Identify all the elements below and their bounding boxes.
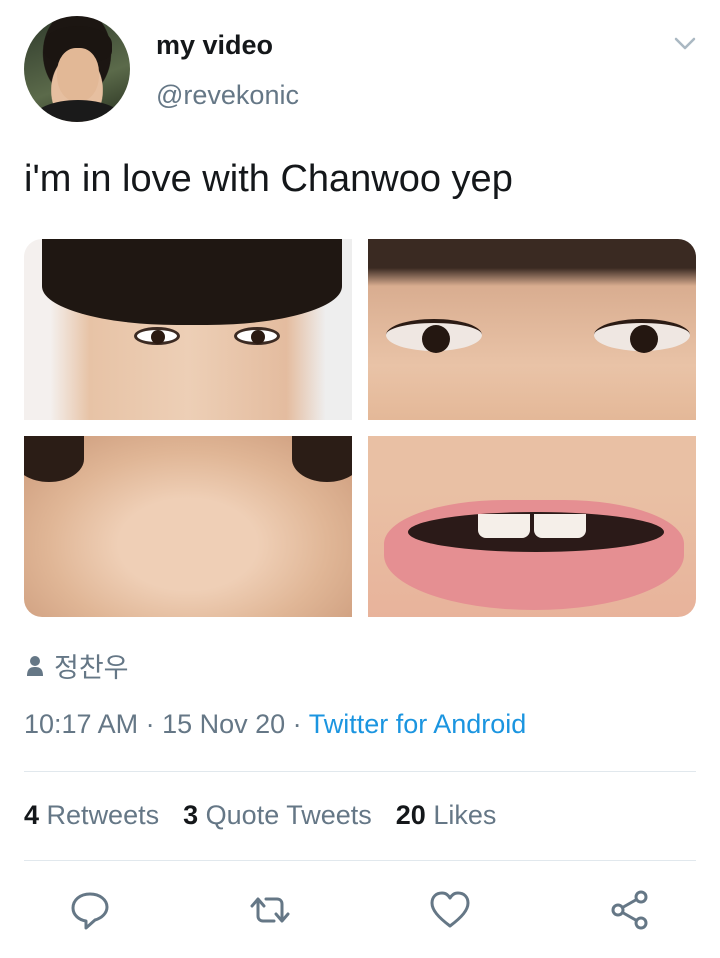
retweet-icon[interactable] — [248, 888, 292, 932]
reply-icon[interactable] — [68, 888, 112, 932]
likes-count: 20 — [395, 800, 426, 830]
divider — [24, 860, 696, 861]
photo-tooth — [534, 514, 586, 538]
tweet-stats: 4 Retweets 3 Quote Tweets 20 Likes — [24, 800, 496, 831]
place-label: 정찬우 — [54, 653, 129, 684]
tweet-meta: 10:17 AM · 15 Nov 20 · Twitter for Andro… — [24, 709, 526, 740]
share-icon[interactable] — [608, 888, 652, 932]
photo-tooth — [478, 514, 530, 538]
media-photo[interactable] — [368, 239, 696, 420]
quotes-count: 3 — [183, 800, 199, 830]
place-tag[interactable]: 정찬우 — [26, 646, 129, 685]
retweets-count: 4 — [24, 800, 40, 830]
photo-eye — [594, 319, 690, 353]
retweets-stat[interactable]: 4 Retweets — [24, 800, 159, 831]
quotes-label: Quote Tweets — [205, 800, 372, 830]
photo-hair — [42, 239, 342, 325]
avatar-face — [57, 48, 99, 102]
retweets-label: Retweets — [46, 800, 160, 830]
avatar[interactable] — [24, 16, 130, 122]
tweet-time: 10:17 AM — [24, 709, 139, 739]
user-handle[interactable]: @revekonic — [156, 80, 299, 111]
tweet-date: 15 Nov 20 — [162, 709, 286, 739]
tweet-text: i'm in love with Chanwoo yep — [24, 158, 513, 200]
divider — [24, 771, 696, 772]
photo-eye — [24, 436, 84, 482]
meta-separator: · — [285, 709, 309, 739]
photo-eye — [234, 327, 280, 345]
photo-eye — [292, 436, 352, 482]
like-icon[interactable] — [428, 888, 472, 932]
photo-eye — [386, 319, 482, 353]
person-icon — [27, 655, 43, 676]
media-photo[interactable] — [368, 436, 696, 617]
likes-label: Likes — [433, 800, 497, 830]
photo-eye — [134, 327, 180, 345]
media-grid — [24, 239, 696, 617]
quotes-stat[interactable]: 3 Quote Tweets — [183, 800, 372, 831]
display-name[interactable]: my video — [156, 30, 273, 61]
tweet-source-link[interactable]: Twitter for Android — [309, 709, 527, 739]
meta-separator: · — [138, 709, 163, 739]
media-photo[interactable] — [24, 239, 352, 420]
likes-stat[interactable]: 20 Likes — [396, 800, 497, 831]
avatar-shirt — [32, 100, 124, 122]
action-bar — [0, 880, 720, 940]
media-photo[interactable] — [24, 436, 352, 617]
chevron-down-icon[interactable] — [672, 34, 698, 54]
